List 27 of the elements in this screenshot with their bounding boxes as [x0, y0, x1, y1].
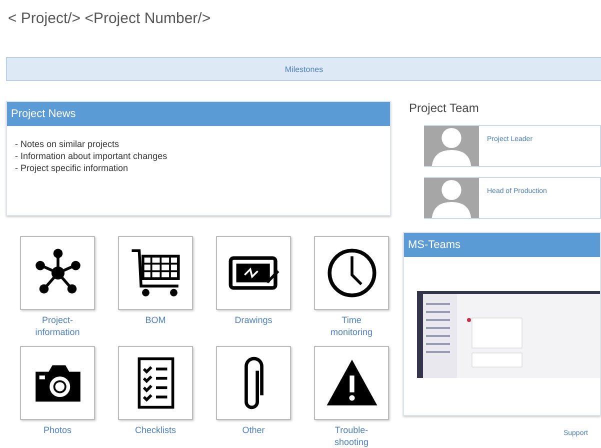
tile-label[interactable]: Other	[222, 424, 286, 448]
tile-button[interactable]	[216, 346, 291, 420]
milestones-bar[interactable]: Milestones	[6, 57, 601, 81]
tile-label[interactable]: Drawings	[222, 314, 286, 342]
avatar-icon	[424, 126, 479, 166]
paperclip-icon	[244, 356, 264, 410]
tile-button[interactable]	[216, 236, 291, 310]
tile-label[interactable]: Project-information	[26, 314, 90, 342]
panel-header: MS-Teams	[404, 233, 600, 257]
tile-button[interactable]	[118, 236, 193, 310]
tile-label[interactable]: BOM	[124, 314, 188, 342]
news-item: - Notes on similar projects	[15, 138, 120, 150]
tile-button[interactable]	[118, 346, 193, 420]
tile-button[interactable]	[20, 236, 95, 310]
avatar-icon	[424, 178, 479, 218]
tile-button[interactable]	[20, 346, 95, 420]
tile-label[interactable]: Time monitoring	[320, 314, 384, 342]
tile-label[interactable]: Trouble-shooting	[320, 424, 384, 448]
tile-label[interactable]: Checklists	[124, 424, 188, 448]
tile-button[interactable]	[314, 346, 389, 420]
panel-header: Project News	[7, 102, 390, 126]
page-title: < Project/> <Project Number/>	[7, 9, 212, 29]
tile-label[interactable]: Photos	[26, 424, 90, 448]
news-item: - Project specific information	[15, 162, 130, 174]
team-title: Project Team	[408, 101, 480, 117]
news-item: - Information about important changes	[15, 150, 168, 162]
tile-button[interactable]	[314, 236, 389, 310]
